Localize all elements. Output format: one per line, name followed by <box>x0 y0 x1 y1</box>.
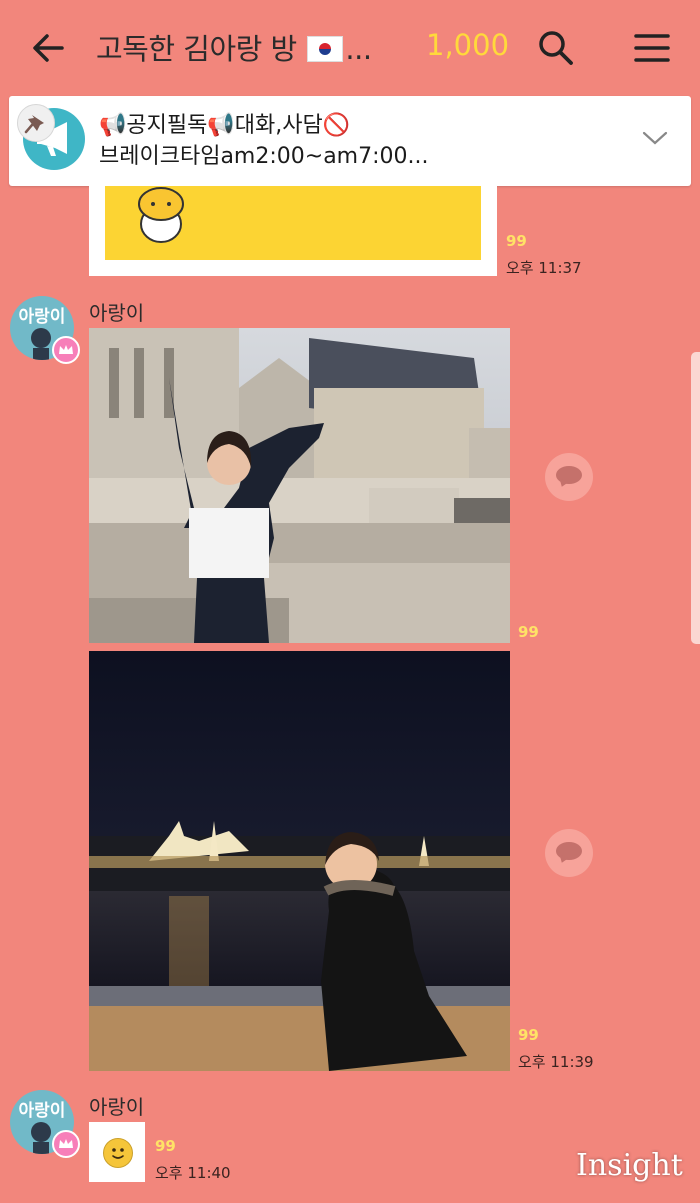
notice-banner[interactable]: 📢공지필독📢대화,사담🚫 브레이크타임am2:00~am7:00... <box>9 96 691 186</box>
avatar-character-icon <box>31 1122 51 1154</box>
host-crown-icon <box>52 1130 80 1158</box>
chat-room-title[interactable]: 고독한 김아랑 방 ... <box>96 26 372 68</box>
read-count: 99 <box>155 1137 176 1155</box>
pin-icon <box>17 104 55 142</box>
back-arrow-icon[interactable] <box>28 28 68 68</box>
read-count: 99 <box>518 623 539 641</box>
chat-header: 고독한 김아랑 방 ... 1,000 <box>0 0 700 92</box>
photo-message[interactable] <box>89 651 510 1071</box>
chat-room-title-text: 고독한 김아랑 방 <box>96 32 297 66</box>
read-count: 99 <box>506 232 527 250</box>
night-river-photo <box>89 651 510 1071</box>
notice-line-1: 📢공지필독📢대화,사담🚫 <box>99 113 351 138</box>
insight-watermark: Insight <box>576 1148 683 1183</box>
avatar-name: 아랑이 <box>18 1101 66 1121</box>
message-time: 오후 11:39 <box>518 1053 594 1071</box>
avatar-name: 아랑이 <box>18 307 66 327</box>
share-reply-button[interactable] <box>545 829 593 877</box>
member-count: 1,000 <box>426 28 510 62</box>
emoticon-message[interactable] <box>89 1122 145 1182</box>
menu-icon[interactable] <box>630 28 674 68</box>
title-ellipsis: ... <box>345 32 372 66</box>
chevron-down-icon[interactable] <box>641 128 669 148</box>
notice-line-2: 브레이크타임am2:00~am7:00... <box>99 144 429 169</box>
read-count: 99 <box>518 1026 539 1044</box>
search-icon[interactable] <box>536 28 576 68</box>
smiley-emoticon-icon <box>103 1138 133 1168</box>
message-time: 오후 11:40 <box>155 1164 231 1182</box>
photo-message[interactable] <box>89 328 510 643</box>
korea-flag-icon <box>307 36 344 62</box>
sender-name: 아랑이 <box>89 1095 145 1119</box>
message-time: 오후 11:37 <box>506 259 582 277</box>
avatar-character-icon <box>31 328 51 360</box>
scrollbar[interactable] <box>691 352 700 644</box>
castle-photo <box>89 328 510 643</box>
photo-message[interactable] <box>89 186 497 276</box>
notice-text: 📢공지필독📢대화,사담🚫 브레이크타임am2:00~am7:00... <box>99 110 619 172</box>
host-crown-icon <box>52 336 80 364</box>
sender-name: 아랑이 <box>89 301 145 325</box>
kakao-character-icon <box>138 187 184 243</box>
share-reply-button[interactable] <box>545 453 593 501</box>
